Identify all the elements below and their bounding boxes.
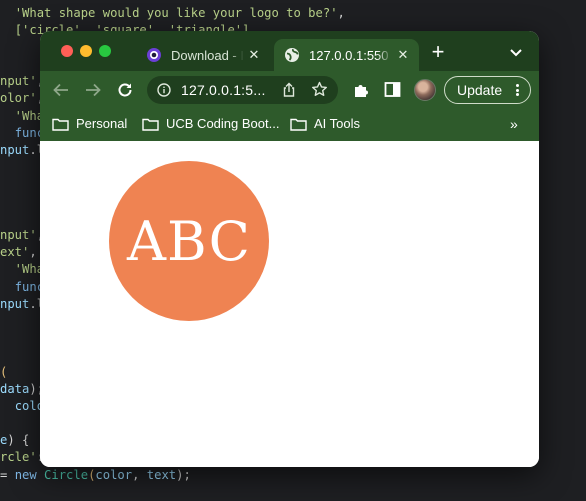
folder-icon: [142, 118, 159, 131]
minimize-window-button[interactable]: [80, 45, 92, 57]
code-token: (: [0, 364, 8, 379]
url-text[interactable]: 127.0.0.1:5...: [181, 82, 266, 98]
tab-localhost[interactable]: 127.0.0.1:550 ✕: [274, 39, 419, 71]
reload-icon[interactable]: [115, 80, 135, 100]
code-token: nput: [0, 296, 30, 311]
code-token: ,: [337, 6, 345, 20]
code-token: rcle': [0, 450, 37, 465]
star-icon[interactable]: [311, 81, 328, 98]
maximize-window-button[interactable]: [99, 45, 111, 57]
tab-title: Download - Ir: [171, 47, 244, 63]
tab-download[interactable]: Download - Ir ✕: [136, 39, 270, 71]
tab-title: 127.0.0.1:550: [309, 47, 389, 63]
address-bar[interactable]: 127.0.0.1:5...: [147, 76, 338, 104]
bookmarks-overflow-button[interactable]: »: [510, 116, 518, 132]
more-menu-icon[interactable]: [510, 82, 524, 98]
bookmark-label: AI Tools: [314, 116, 361, 131]
page-viewport: ABC: [40, 141, 539, 467]
code-token: ) {: [7, 433, 30, 448]
toolbar: 127.0.0.1:5... Update: [40, 71, 539, 109]
logo-text: ABC: [127, 209, 251, 273]
update-label: Update: [457, 82, 503, 98]
chevron-down-icon[interactable]: [507, 44, 525, 62]
logo-circle: ABC: [109, 161, 269, 321]
close-window-button[interactable]: [61, 45, 73, 57]
update-button[interactable]: Update: [444, 76, 531, 104]
browser-window: Download - Ir ✕ 127.0.0.1:550 ✕ + 127.0.…: [40, 31, 539, 467]
code-token: =: [0, 467, 15, 482]
close-icon[interactable]: ✕: [244, 45, 264, 65]
code-token: ext': [0, 245, 30, 260]
bookmark-label: Personal: [76, 116, 128, 131]
globe-purple-icon: [146, 47, 162, 63]
new-tab-button[interactable]: +: [427, 41, 449, 64]
code-line: 'What shape would you like your logo to …: [0, 5, 586, 22]
code-token: text: [146, 467, 177, 482]
folder-icon: [290, 118, 307, 131]
folder-icon: [52, 118, 69, 131]
bookmark-personal[interactable]: Personal: [52, 116, 127, 131]
code-token: nput': [0, 74, 37, 89]
tab-bar: Download - Ir ✕ 127.0.0.1:550 ✕ +: [40, 31, 539, 71]
bookmarks-bar: Personal UCB Coding Boot... AI Tools »: [40, 109, 539, 141]
code-token: olor': [0, 91, 37, 106]
forward-arrow-icon[interactable]: [83, 80, 103, 100]
code-token: nput: [0, 142, 30, 157]
code-token: ,: [29, 245, 37, 260]
code-token: Circle: [44, 467, 89, 482]
globe-icon: [284, 47, 300, 63]
bookmark-ucb-coding-bootcamp[interactable]: UCB Coding Boot...: [142, 116, 279, 131]
code-token: );: [176, 467, 191, 482]
code-token: data: [0, 382, 30, 397]
back-arrow-icon[interactable]: [51, 80, 71, 100]
code-line: = new Circle(color, text);: [0, 467, 586, 484]
avatar[interactable]: [414, 79, 436, 101]
code-token: nput': [0, 228, 37, 243]
share-icon[interactable]: [281, 82, 297, 98]
code-token: new: [14, 467, 37, 482]
close-icon[interactable]: ✕: [393, 45, 413, 65]
side-panel-icon[interactable]: [384, 81, 401, 98]
bookmark-label: UCB Coding Boot...: [166, 116, 280, 131]
code-token: ,: [132, 467, 147, 482]
extensions-puzzle-icon[interactable]: [352, 81, 370, 99]
code-token: 'What shape would you like your logo to …: [14, 6, 338, 20]
info-icon[interactable]: [157, 83, 171, 97]
code-token: color: [95, 467, 133, 482]
bookmark-ai-tools[interactable]: AI Tools: [290, 116, 360, 131]
